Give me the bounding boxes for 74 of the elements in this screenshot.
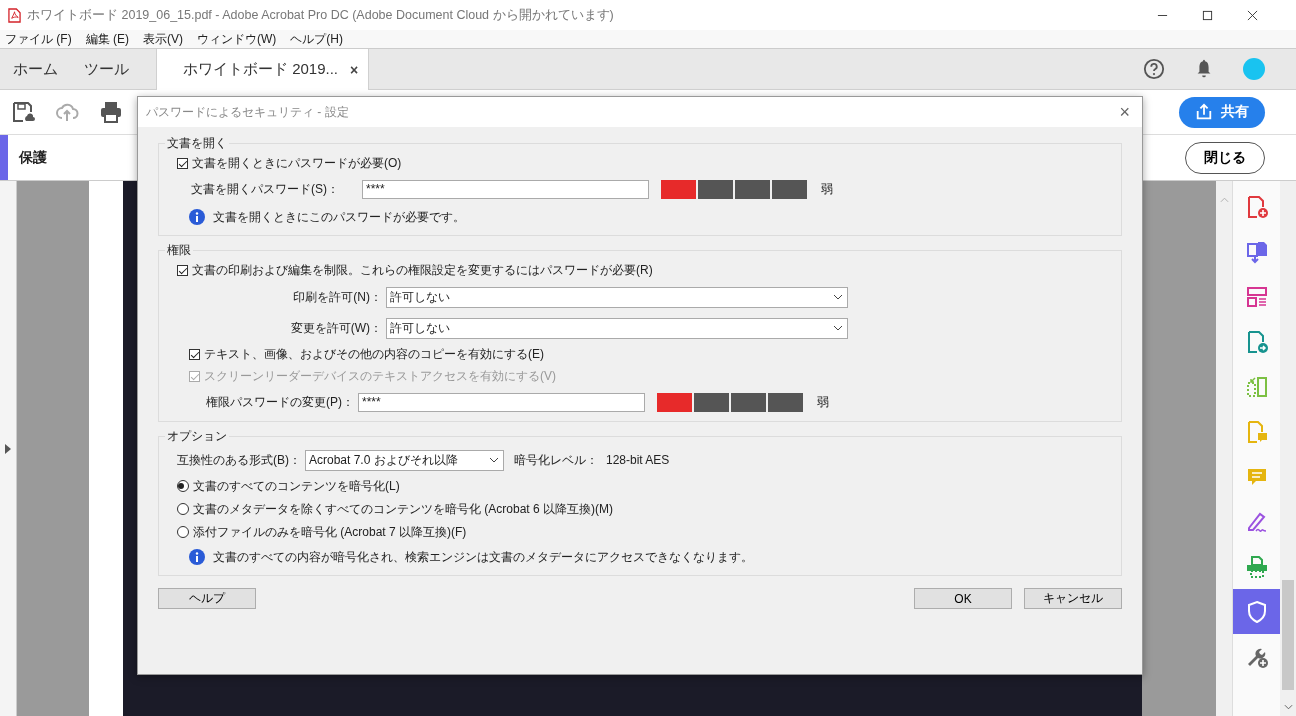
protect-title: 保護 xyxy=(19,148,47,167)
encryption-value: 128-bit AES xyxy=(606,453,670,467)
tab-label: ホーム xyxy=(13,59,58,79)
dropdown[interactable]: Acrobat 7.0 およびそれ以降 xyxy=(305,449,504,471)
field-label: 互換性のある形式(B)： xyxy=(177,451,301,469)
strength-reading: 弱 xyxy=(821,180,833,198)
group-title: 文書を開く xyxy=(166,135,228,152)
help-button[interactable]: ヘルプ xyxy=(158,588,256,609)
tab[interactable]: ホーム xyxy=(0,49,71,89)
radio-label: 文書のメタデータを除くすべてのコンテンツを暗号化 (Acrobat 6 以降互換)(M) xyxy=(193,500,613,518)
scrollbar-thumb[interactable] xyxy=(1282,580,1294,690)
tab-label: ホワイトボード 2019... xyxy=(183,60,339,79)
chevron-down-icon xyxy=(833,325,843,331)
chevron-down-icon xyxy=(833,294,843,300)
chevron-down-icon xyxy=(489,457,499,463)
share-button[interactable]: 共有 xyxy=(1179,96,1265,128)
checkbox[interactable] xyxy=(177,158,188,169)
dialog-close-button[interactable]: × xyxy=(1119,101,1130,123)
close-tool-button[interactable]: 閉じる xyxy=(1185,141,1265,174)
window-title: ホワイトボード 2019_06_15.pdf - Adobe Acrobat Pro DC (Adobe Document Cloud から開かれています) xyxy=(27,6,614,24)
field-label: 変更を許可(W)： xyxy=(289,319,382,337)
pdf-file-icon xyxy=(8,7,21,23)
info-icon xyxy=(189,549,205,565)
print-icon[interactable] xyxy=(99,100,123,124)
ok-button[interactable]: OK xyxy=(914,588,1012,609)
strength-reading: 弱 xyxy=(817,393,829,411)
active-tool-indicator xyxy=(0,135,8,180)
close-icon[interactable] xyxy=(1247,9,1258,21)
field-label: 印刷を許可(N)： xyxy=(292,288,382,306)
field-label: 権限パスワードの変更(P)： xyxy=(205,393,354,411)
password-field[interactable]: **** xyxy=(362,179,649,199)
checkbox[interactable] xyxy=(177,265,188,276)
radio-button[interactable] xyxy=(177,503,189,515)
checkbox-label: 文書の印刷および編集を制限。これらの権限設定を変更するにはパスワードが必要(R) xyxy=(192,262,653,279)
tab[interactable]: ホワイトボード 2019... × xyxy=(156,49,370,90)
expand-arrow-icon[interactable] xyxy=(5,443,11,454)
printer-icon xyxy=(1244,554,1269,579)
tab[interactable]: ツール xyxy=(71,49,142,89)
checkbox-label: 文書を開くときにパスワードが必要(O) xyxy=(192,155,402,172)
checkbox[interactable] xyxy=(189,349,200,360)
radio-label: 文書のすべてのコンテンツを暗号化(L) xyxy=(193,477,400,495)
dropdown[interactable]: 許可しない xyxy=(386,317,848,339)
layout-icon xyxy=(1244,284,1269,309)
info-text: 文書のすべての内容が暗号化され、検索エンジンは文書のメタデータにアクセスできなくなります。 xyxy=(213,548,753,566)
dialog-title: パスワードによるセキュリティ - 設定 xyxy=(146,103,349,121)
maximize-icon[interactable] xyxy=(1202,9,1213,21)
scroll-down-icon[interactable] xyxy=(1283,704,1293,710)
radio-button[interactable] xyxy=(177,480,189,492)
group-title: 権限 xyxy=(166,242,192,259)
group-title: オプション xyxy=(166,428,228,445)
encryption-label: 暗号化レベル： xyxy=(514,451,598,469)
compare-icon xyxy=(1244,374,1269,399)
menu-item[interactable]: 編集 (E) xyxy=(85,30,129,48)
radio-label: 添付ファイルのみを暗号化 (Acrobat 7 以降互換)(F) xyxy=(193,523,467,541)
tab-label: ツール xyxy=(84,59,129,79)
cancel-button[interactable]: キャンセル xyxy=(1024,588,1122,609)
help-icon[interactable] xyxy=(1143,58,1165,80)
documents-arrow-icon xyxy=(1244,239,1269,264)
dropdown[interactable]: 許可しない xyxy=(386,286,848,308)
save-icon[interactable] xyxy=(11,100,35,124)
menu-item[interactable]: ヘルプ(H) xyxy=(290,30,343,48)
checkbox-label: テキスト、画像、およびその他の内容のコピーを有効にする(E) xyxy=(204,346,544,363)
info-text: 文書を開くときにこのパスワードが必要です。 xyxy=(213,208,465,226)
tool-button[interactable] xyxy=(1233,589,1280,634)
menu-item[interactable]: 表示(V) xyxy=(143,30,183,48)
share-icon xyxy=(1195,103,1213,121)
field-label: 文書を開くパスワード(S)： xyxy=(190,180,340,198)
info-icon xyxy=(189,209,205,225)
checkbox-label: スクリーンリーダーデバイスのテキストアクセスを有効にする(V) xyxy=(204,368,556,385)
tab-close-button[interactable]: × xyxy=(350,61,359,78)
radio-button[interactable] xyxy=(177,526,189,538)
password-field[interactable]: **** xyxy=(358,392,645,412)
menu-item[interactable]: ファイル (F) xyxy=(5,30,72,48)
menu-item[interactable]: ウィンドウ(W) xyxy=(197,30,277,48)
